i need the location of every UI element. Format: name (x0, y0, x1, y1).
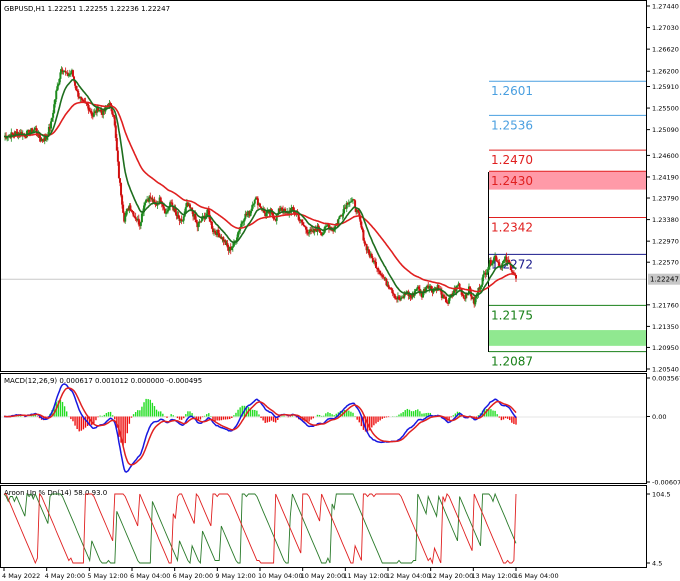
macd-tick-label: -0.006075 (652, 479, 680, 487)
candle-body (50, 121, 53, 129)
macd-tick-label: 0.003567 (652, 375, 680, 383)
price-tick-label: 1.20950 (652, 344, 679, 352)
candle-body (120, 182, 123, 196)
price-level-label: 1.2536 (491, 118, 533, 132)
macd-title: MACD(12,26,9) 0.000617 0.001012 0.000000… (4, 377, 202, 385)
current-price-tag-label: 1.22247 (650, 276, 679, 284)
price-tick-label: 1.21760 (652, 301, 679, 309)
candle-body (71, 70, 74, 77)
candle-body (159, 197, 162, 202)
candle-body (374, 261, 377, 268)
candle-body (510, 270, 513, 272)
price-level-label: 1.2175 (491, 308, 533, 322)
price-level-label: 1.2601 (491, 84, 533, 98)
candle-body (188, 204, 191, 208)
time-tick-label: 5 May 12:00 (87, 572, 127, 580)
macd-panel-frame (0, 373, 647, 484)
candle-body (118, 178, 121, 183)
candle-body (337, 219, 340, 224)
aroon-axis: 104.5 4.5 (646, 491, 671, 568)
price-tick-label: 1.20540 (652, 366, 679, 374)
time-tick-label: 12 May 04:00 (386, 572, 431, 580)
price-tick-label: 1.27030 (652, 24, 679, 32)
time-tick-label: 6 May 20:00 (173, 572, 213, 580)
price-axis: 1.27440 1.27030 1.26620 1.26200 1.25910 1.255… (646, 3, 679, 374)
price-tick-label: 1.23380 (652, 216, 679, 224)
price-tick-label: 1.22970 (652, 238, 679, 246)
price-level-label: 1.2430 (491, 174, 533, 188)
candle-body (275, 214, 278, 221)
time-tick-label: 4 May 2022 (2, 572, 40, 580)
time-tick-label: 6 May 04:00 (130, 572, 170, 580)
time-tick-label: 10 May 20:00 (301, 572, 346, 580)
price-tick-label: 1.26200 (652, 68, 679, 76)
price-tick-label: 1.27440 (652, 3, 679, 11)
chart: 1.26011.25361.24701.24301.23421.22721.21… (0, 0, 680, 580)
time-axis: 4 May 2022 4 May 20:00 5 May 12:00 6 May 04… (2, 568, 559, 580)
time-tick-label: 16 May 04:00 (514, 572, 559, 580)
time-tick-label: 4 May 20:00 (45, 572, 85, 580)
price-tick-label: 1.24600 (652, 152, 679, 160)
macd-axis: 0.003567 0.00 -0.006075 (646, 375, 680, 487)
candle-body (184, 207, 187, 212)
candle-body (462, 295, 465, 299)
price-tick-label: 1.21350 (652, 323, 679, 331)
price-level-label: 1.2087 (491, 355, 533, 369)
price-tick-label: 1.23790 (652, 195, 679, 203)
candle-body (55, 90, 58, 100)
time-tick-label: 9 May 12:00 (215, 572, 255, 580)
price-tick-label: 1.25910 (652, 83, 679, 91)
candle-body (515, 274, 517, 279)
candle-body (458, 283, 461, 288)
price-level-label: 1.2470 (491, 153, 533, 167)
time-tick-label: 10 May 04:00 (258, 572, 303, 580)
price-level-label: 1.2342 (491, 220, 533, 234)
candle-body (162, 206, 165, 209)
price-tick-label: 1.24190 (652, 173, 679, 181)
candle-body (116, 150, 119, 162)
price-chart-title: GBPUSD,H1 1.22251 1.22255 1.22236 1.2224… (4, 5, 170, 13)
candle-body (442, 294, 445, 297)
candle-body (482, 274, 485, 278)
candle-body (64, 70, 67, 73)
candle-body (144, 202, 147, 206)
candle-body (139, 222, 142, 226)
aroon-title: Aroon Up % Dn(14) 58.0 93.0 (4, 489, 107, 497)
candle-body (253, 199, 256, 204)
macd-tick-label: 0.00 (652, 413, 666, 421)
candle-body (382, 275, 385, 278)
time-tick-label: 11 May 12:00 (343, 572, 388, 580)
price-tick-label: 1.25090 (652, 126, 679, 134)
price-tick-label: 1.25500 (652, 105, 679, 113)
time-tick-label: 12 May 20:00 (429, 572, 474, 580)
price-zone (489, 330, 646, 346)
aroon-tick-label: 4.5 (652, 560, 662, 568)
candle-body (117, 161, 120, 179)
aroon-tick-label: 104.5 (652, 491, 671, 499)
time-tick-label: 13 May 12:00 (471, 572, 516, 580)
price-tick-label: 1.26620 (652, 46, 679, 54)
price-tick-label: 1.22570 (652, 259, 679, 267)
candle-body (92, 113, 95, 117)
